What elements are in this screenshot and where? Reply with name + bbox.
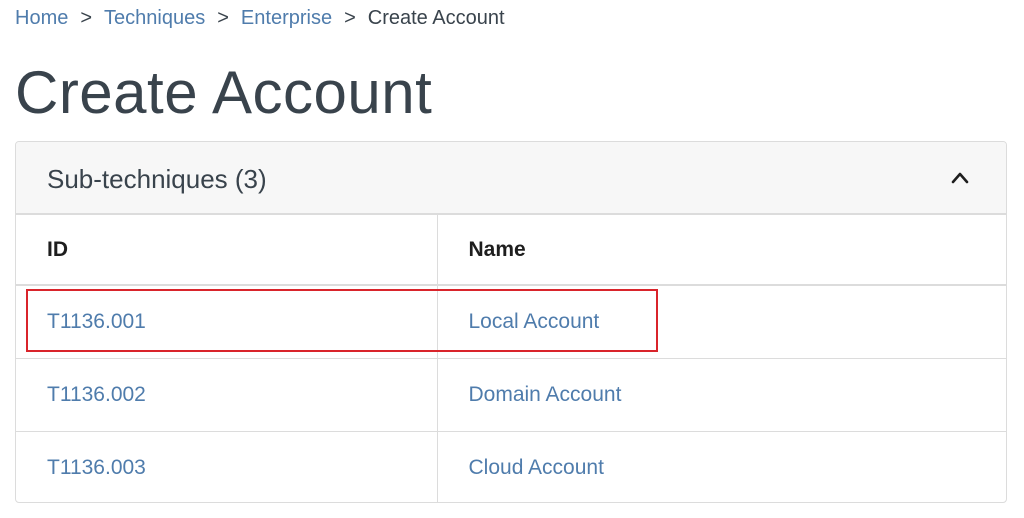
subtechniques-card: Sub-techniques (3) ID Name T1136.001 Loc… — [15, 141, 1007, 503]
breadcrumb-techniques-link[interactable]: Techniques — [104, 7, 205, 29]
subtechnique-id-link[interactable]: T1136.003 — [47, 456, 146, 479]
table-cell-name: Local Account — [436, 285, 1006, 358]
subtechniques-table: ID Name T1136.001 Local Account T1136.00… — [16, 215, 1006, 502]
table-cell-id: T1136.002 — [16, 357, 437, 431]
chevron-up-icon[interactable] — [950, 168, 970, 188]
page-title: Create Account — [15, 59, 433, 126]
column-header-name: Name — [436, 215, 1006, 286]
breadcrumb-current: Create Account — [367, 7, 505, 29]
breadcrumb-separator: > — [344, 7, 356, 29]
subtechnique-name-link[interactable]: Domain Account — [469, 383, 622, 406]
breadcrumb-home-link[interactable]: Home — [15, 7, 68, 29]
breadcrumb: Home > Techniques > Enterprise > Create Accoun… — [15, 6, 505, 30]
table-cell-id: T1136.001 — [16, 285, 437, 358]
subtechnique-name-link[interactable]: Local Account — [469, 310, 600, 333]
subtechniques-card-header[interactable]: Sub-techniques (3) — [16, 142, 1006, 215]
table-cell-name: Cloud Account — [436, 430, 1006, 502]
table-row: T1136.002 Domain Account — [16, 357, 1006, 431]
breadcrumb-separator: > — [217, 7, 229, 29]
table-row: T1136.001 Local Account — [16, 285, 1006, 358]
subtechnique-id-link[interactable]: T1136.002 — [47, 383, 146, 406]
table-cell-id: T1136.003 — [16, 430, 437, 502]
breadcrumb-separator: > — [80, 7, 93, 29]
subtechnique-name-link[interactable]: Cloud Account — [469, 456, 604, 479]
column-header-id: ID — [16, 215, 437, 286]
table-row: T1136.003 Cloud Account — [16, 430, 1006, 502]
subtechnique-id-link[interactable]: T1136.001 — [47, 310, 146, 333]
table-header-row: ID Name — [16, 215, 1006, 286]
table-cell-name: Domain Account — [436, 357, 1006, 431]
subtechniques-card-title: Sub-techniques (3) — [47, 164, 267, 194]
breadcrumb-enterprise-link[interactable]: Enterprise — [241, 7, 332, 29]
